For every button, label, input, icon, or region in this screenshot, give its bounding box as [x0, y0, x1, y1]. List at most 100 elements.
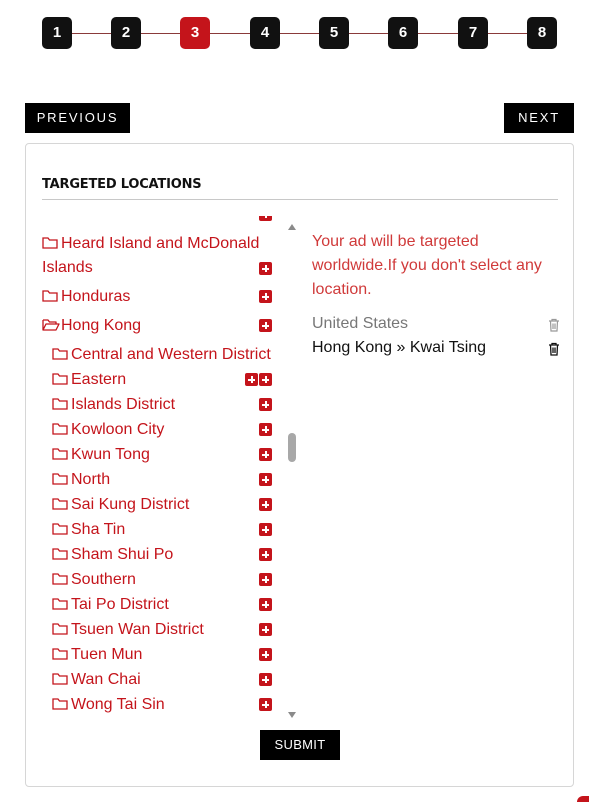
folder-icon	[52, 398, 68, 410]
tree-item-label[interactable]: Islands District	[71, 396, 175, 413]
tree-row-partial	[42, 216, 287, 221]
tree-item-honduras[interactable]: Honduras	[42, 285, 287, 309]
targeting-notice: Your ad will be targeted worldwide.If yo…	[312, 233, 542, 298]
tree-item-label[interactable]: Heard Island and McDonald Islands	[42, 235, 259, 276]
card-title: TARGETED LOCATIONS	[42, 177, 202, 192]
folder-icon	[42, 237, 58, 249]
tree-item-label[interactable]: Tsuen Wan District	[71, 621, 204, 638]
step-4[interactable]: 4	[250, 17, 280, 49]
selected-location: Hong Kong » Kwai Tsing	[312, 337, 560, 359]
tree-item-label[interactable]: North	[71, 471, 110, 488]
folder-icon	[52, 548, 68, 560]
folder-icon	[52, 673, 68, 685]
tree-item-label[interactable]: Southern	[71, 571, 136, 588]
tree-item-label[interactable]: Central and Western District	[71, 346, 271, 363]
location-tree[interactable]: Heard Island and McDonald Islands Hondur…	[42, 216, 287, 718]
tree-item-district[interactable]: Central and Western District	[52, 343, 287, 367]
plus-icon[interactable]	[259, 373, 272, 386]
plus-icon[interactable]	[259, 216, 272, 221]
tree-item-label[interactable]: Sha Tin	[71, 521, 125, 538]
tree-item-district[interactable]: Sai Kung District	[52, 493, 287, 517]
folder-icon	[52, 573, 68, 585]
folder-icon	[52, 373, 68, 385]
tree-item-district[interactable]: Eastern	[52, 368, 287, 392]
corner-accent	[577, 796, 589, 802]
folder-icon	[52, 498, 68, 510]
plus-icon[interactable]	[259, 290, 272, 303]
tree-item-district[interactable]: Southern	[52, 568, 287, 592]
plus-icon[interactable]	[259, 423, 272, 436]
tree-item-label[interactable]: Sham Shui Po	[71, 546, 173, 563]
tree-item-label[interactable]: Wan Chai	[71, 671, 141, 688]
tree-item-district[interactable]: Tsuen Wan District	[52, 618, 287, 642]
step-1[interactable]: 1	[42, 17, 72, 49]
plus-icon[interactable]	[259, 498, 272, 511]
tree-item-district[interactable]: Wong Tai Sin	[52, 693, 287, 717]
scroll-up-arrow[interactable]	[288, 224, 296, 230]
plus-icon[interactable]	[259, 448, 272, 461]
plus-icon[interactable]	[259, 648, 272, 661]
plus-icon[interactable]	[259, 262, 272, 275]
trash-icon[interactable]	[548, 341, 560, 356]
tree-scrollbar[interactable]	[287, 224, 297, 718]
plus-icon[interactable]	[245, 373, 258, 386]
tree-item-district[interactable]: Sham Shui Po	[52, 543, 287, 567]
tree-item-district[interactable]: Sha Tin	[52, 518, 287, 542]
tree-item-label[interactable]: Sai Kung District	[71, 496, 189, 513]
trash-icon[interactable]	[548, 317, 560, 332]
previous-button[interactable]: PREVIOUS	[25, 103, 130, 133]
tree-item-district[interactable]: Tuen Mun	[52, 643, 287, 667]
folder-icon	[52, 623, 68, 635]
step-8[interactable]: 8	[527, 17, 557, 49]
tree-item-label[interactable]: Hong Kong	[61, 317, 141, 334]
selected-location: United States	[312, 313, 560, 335]
step-progress: 1 2 3 4 5 6 7 8	[42, 17, 557, 49]
next-button[interactable]: NEXT	[504, 103, 574, 133]
tree-item-label[interactable]: Tai Po District	[71, 596, 169, 613]
tree-item-district[interactable]: Islands District	[52, 393, 287, 417]
folder-icon	[42, 290, 58, 302]
plus-icon[interactable]	[259, 598, 272, 611]
step-3[interactable]: 3	[180, 17, 210, 49]
plus-icon[interactable]	[259, 398, 272, 411]
plus-icon[interactable]	[259, 473, 272, 486]
tree-item-district[interactable]: Kwun Tong	[52, 443, 287, 467]
tree-item-district[interactable]: Tai Po District	[52, 593, 287, 617]
tree-item-district[interactable]: North	[52, 468, 287, 492]
plus-icon[interactable]	[259, 523, 272, 536]
step-5[interactable]: 5	[319, 17, 349, 49]
tree-item-label[interactable]: Kwun Tong	[71, 446, 150, 463]
plus-icon[interactable]	[259, 573, 272, 586]
targeted-locations-card: TARGETED LOCATIONS Heard Island and McDo…	[25, 143, 574, 787]
folder-icon	[52, 648, 68, 660]
tree-item-label[interactable]: Honduras	[61, 288, 130, 305]
plus-icon[interactable]	[259, 319, 272, 332]
divider	[42, 199, 558, 200]
plus-icon[interactable]	[259, 673, 272, 686]
plus-icon[interactable]	[259, 698, 272, 711]
folder-icon	[52, 523, 68, 535]
tree-item-hong-kong[interactable]: Hong Kong	[42, 314, 287, 338]
tree-item-label[interactable]: Kowloon City	[71, 421, 164, 438]
step-2[interactable]: 2	[111, 17, 141, 49]
folder-icon	[52, 473, 68, 485]
folder-icon	[52, 448, 68, 460]
folder-open-icon	[42, 319, 60, 331]
scroll-down-arrow[interactable]	[288, 712, 296, 718]
scroll-thumb[interactable]	[288, 433, 296, 462]
plus-icon[interactable]	[259, 548, 272, 561]
submit-button[interactable]: SUBMIT	[260, 730, 340, 760]
folder-icon	[52, 598, 68, 610]
tree-item-label[interactable]: Eastern	[71, 371, 126, 388]
folder-icon	[52, 423, 68, 435]
step-7[interactable]: 7	[458, 17, 488, 49]
tree-item-label[interactable]: Tuen Mun	[71, 646, 142, 663]
tree-item-heard-island[interactable]: Heard Island and McDonald Islands	[42, 232, 287, 280]
plus-icon[interactable]	[259, 623, 272, 636]
tree-item-district[interactable]: Wan Chai	[52, 668, 287, 692]
selected-location-label: United States	[312, 315, 409, 332]
step-6[interactable]: 6	[388, 17, 418, 49]
tree-item-district[interactable]: Kowloon City	[52, 418, 287, 442]
tree-item-label[interactable]: Wong Tai Sin	[71, 696, 165, 713]
selected-location-label: Hong Kong » Kwai Tsing	[312, 339, 487, 356]
